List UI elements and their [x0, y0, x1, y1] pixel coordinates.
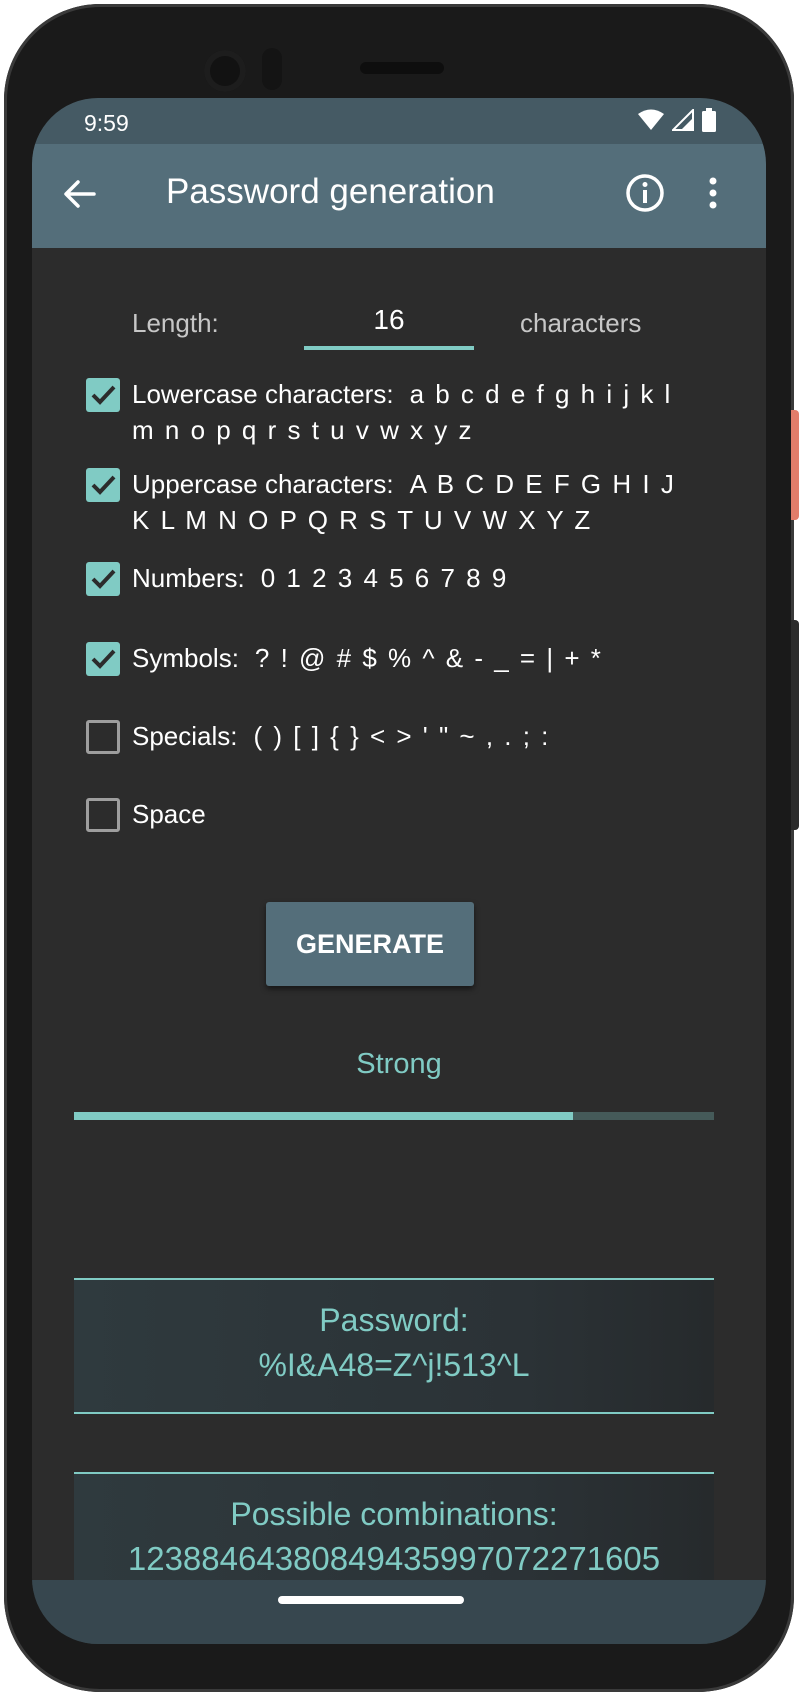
- wifi-icon: [638, 109, 664, 130]
- home-handle[interactable]: [278, 1596, 464, 1604]
- specials-checkbox[interactable]: [86, 720, 120, 754]
- symbols-text: Symbols: ? ! @ # $ % ^ & - _ = | + *: [132, 640, 603, 676]
- check-icon: [91, 649, 116, 669]
- combinations-value: 12388464380849435997072271605: [127, 1540, 661, 1577]
- numbers-label: Numbers:: [132, 563, 245, 593]
- length-label: Length:: [132, 308, 219, 338]
- length-input[interactable]: [304, 294, 474, 350]
- option-uppercase[interactable]: Uppercase characters: A B C D E F G H I J…: [86, 466, 692, 538]
- status-bar: 9:59: [32, 98, 766, 144]
- uppercase-checkbox[interactable]: [86, 468, 120, 502]
- lowercase-checkbox[interactable]: [86, 378, 120, 412]
- screen: 9:59 Password generation Length: 16 char…: [32, 98, 766, 1644]
- numbers-chars: 0 1 2 3 4 5 6 7 8 9: [260, 563, 509, 593]
- specials-label: Specials:: [132, 721, 238, 751]
- lowercase-text: Lowercase characters: a b c d e f g h i j…: [132, 376, 692, 448]
- numbers-checkbox[interactable]: [86, 562, 120, 596]
- combinations-title: Possible combinations:: [230, 1496, 558, 1532]
- option-specials[interactable]: Specials: ( ) [ ] { } < > ' " ~ , . ; :: [86, 718, 550, 754]
- status-icons: [638, 108, 716, 132]
- lowercase-label: Lowercase characters:: [132, 379, 394, 409]
- password-box[interactable]: Password: %I&A48=Z^j!513^L: [74, 1278, 714, 1414]
- symbols-checkbox[interactable]: [86, 642, 120, 676]
- arrow-back-icon[interactable]: [60, 174, 100, 214]
- symbols-chars: ? ! @ # $ % ^ & - _ = | + *: [254, 643, 603, 673]
- length-unit-label: characters: [520, 308, 642, 338]
- option-numbers[interactable]: Numbers: 0 1 2 3 4 5 6 7 8 9: [86, 560, 508, 596]
- info-icon[interactable]: [624, 172, 666, 214]
- option-lowercase[interactable]: Lowercase characters: a b c d e f g h i j…: [86, 376, 692, 448]
- front-camera: [204, 50, 246, 92]
- more-vert-icon[interactable]: [698, 172, 728, 214]
- generate-button[interactable]: GENERATE: [266, 902, 474, 986]
- earpiece-speaker: [360, 62, 444, 74]
- space-label: Space: [132, 799, 206, 829]
- battery-icon: [702, 108, 716, 132]
- uppercase-label: Uppercase characters:: [132, 469, 394, 499]
- check-icon: [91, 475, 116, 495]
- volume-button: [791, 620, 799, 830]
- numbers-text: Numbers: 0 1 2 3 4 5 6 7 8 9: [132, 560, 508, 596]
- navigation-bar: [32, 1580, 766, 1644]
- symbols-label: Symbols:: [132, 643, 239, 673]
- space-checkbox[interactable]: [86, 798, 120, 832]
- check-icon: [91, 385, 116, 405]
- option-symbols[interactable]: Symbols: ? ! @ # $ % ^ & - _ = | + *: [86, 640, 603, 676]
- status-time: 9:59: [84, 110, 129, 136]
- uppercase-text: Uppercase characters: A B C D E F G H I J…: [132, 466, 692, 538]
- app-bar: Password generation: [32, 144, 766, 248]
- proximity-sensor: [262, 48, 282, 90]
- space-text: Space: [132, 796, 222, 832]
- specials-text: Specials: ( ) [ ] { } < > ' " ~ , . ; :: [132, 718, 550, 754]
- page-title: Password generation: [166, 172, 495, 211]
- strength-meter-fill: [74, 1112, 574, 1120]
- check-icon: [91, 569, 116, 589]
- specials-chars: ( ) [ ] { } < > ' " ~ , . ; :: [253, 721, 551, 751]
- option-space[interactable]: Space: [86, 796, 222, 832]
- cellular-signal-icon: [672, 109, 694, 131]
- password-value[interactable]: %I&A48=Z^j!513^L: [74, 1342, 714, 1388]
- power-button: [791, 410, 799, 520]
- strength-label: Strong: [356, 1048, 442, 1080]
- password-title: Password:: [319, 1302, 469, 1338]
- strength-meter: [74, 1112, 714, 1120]
